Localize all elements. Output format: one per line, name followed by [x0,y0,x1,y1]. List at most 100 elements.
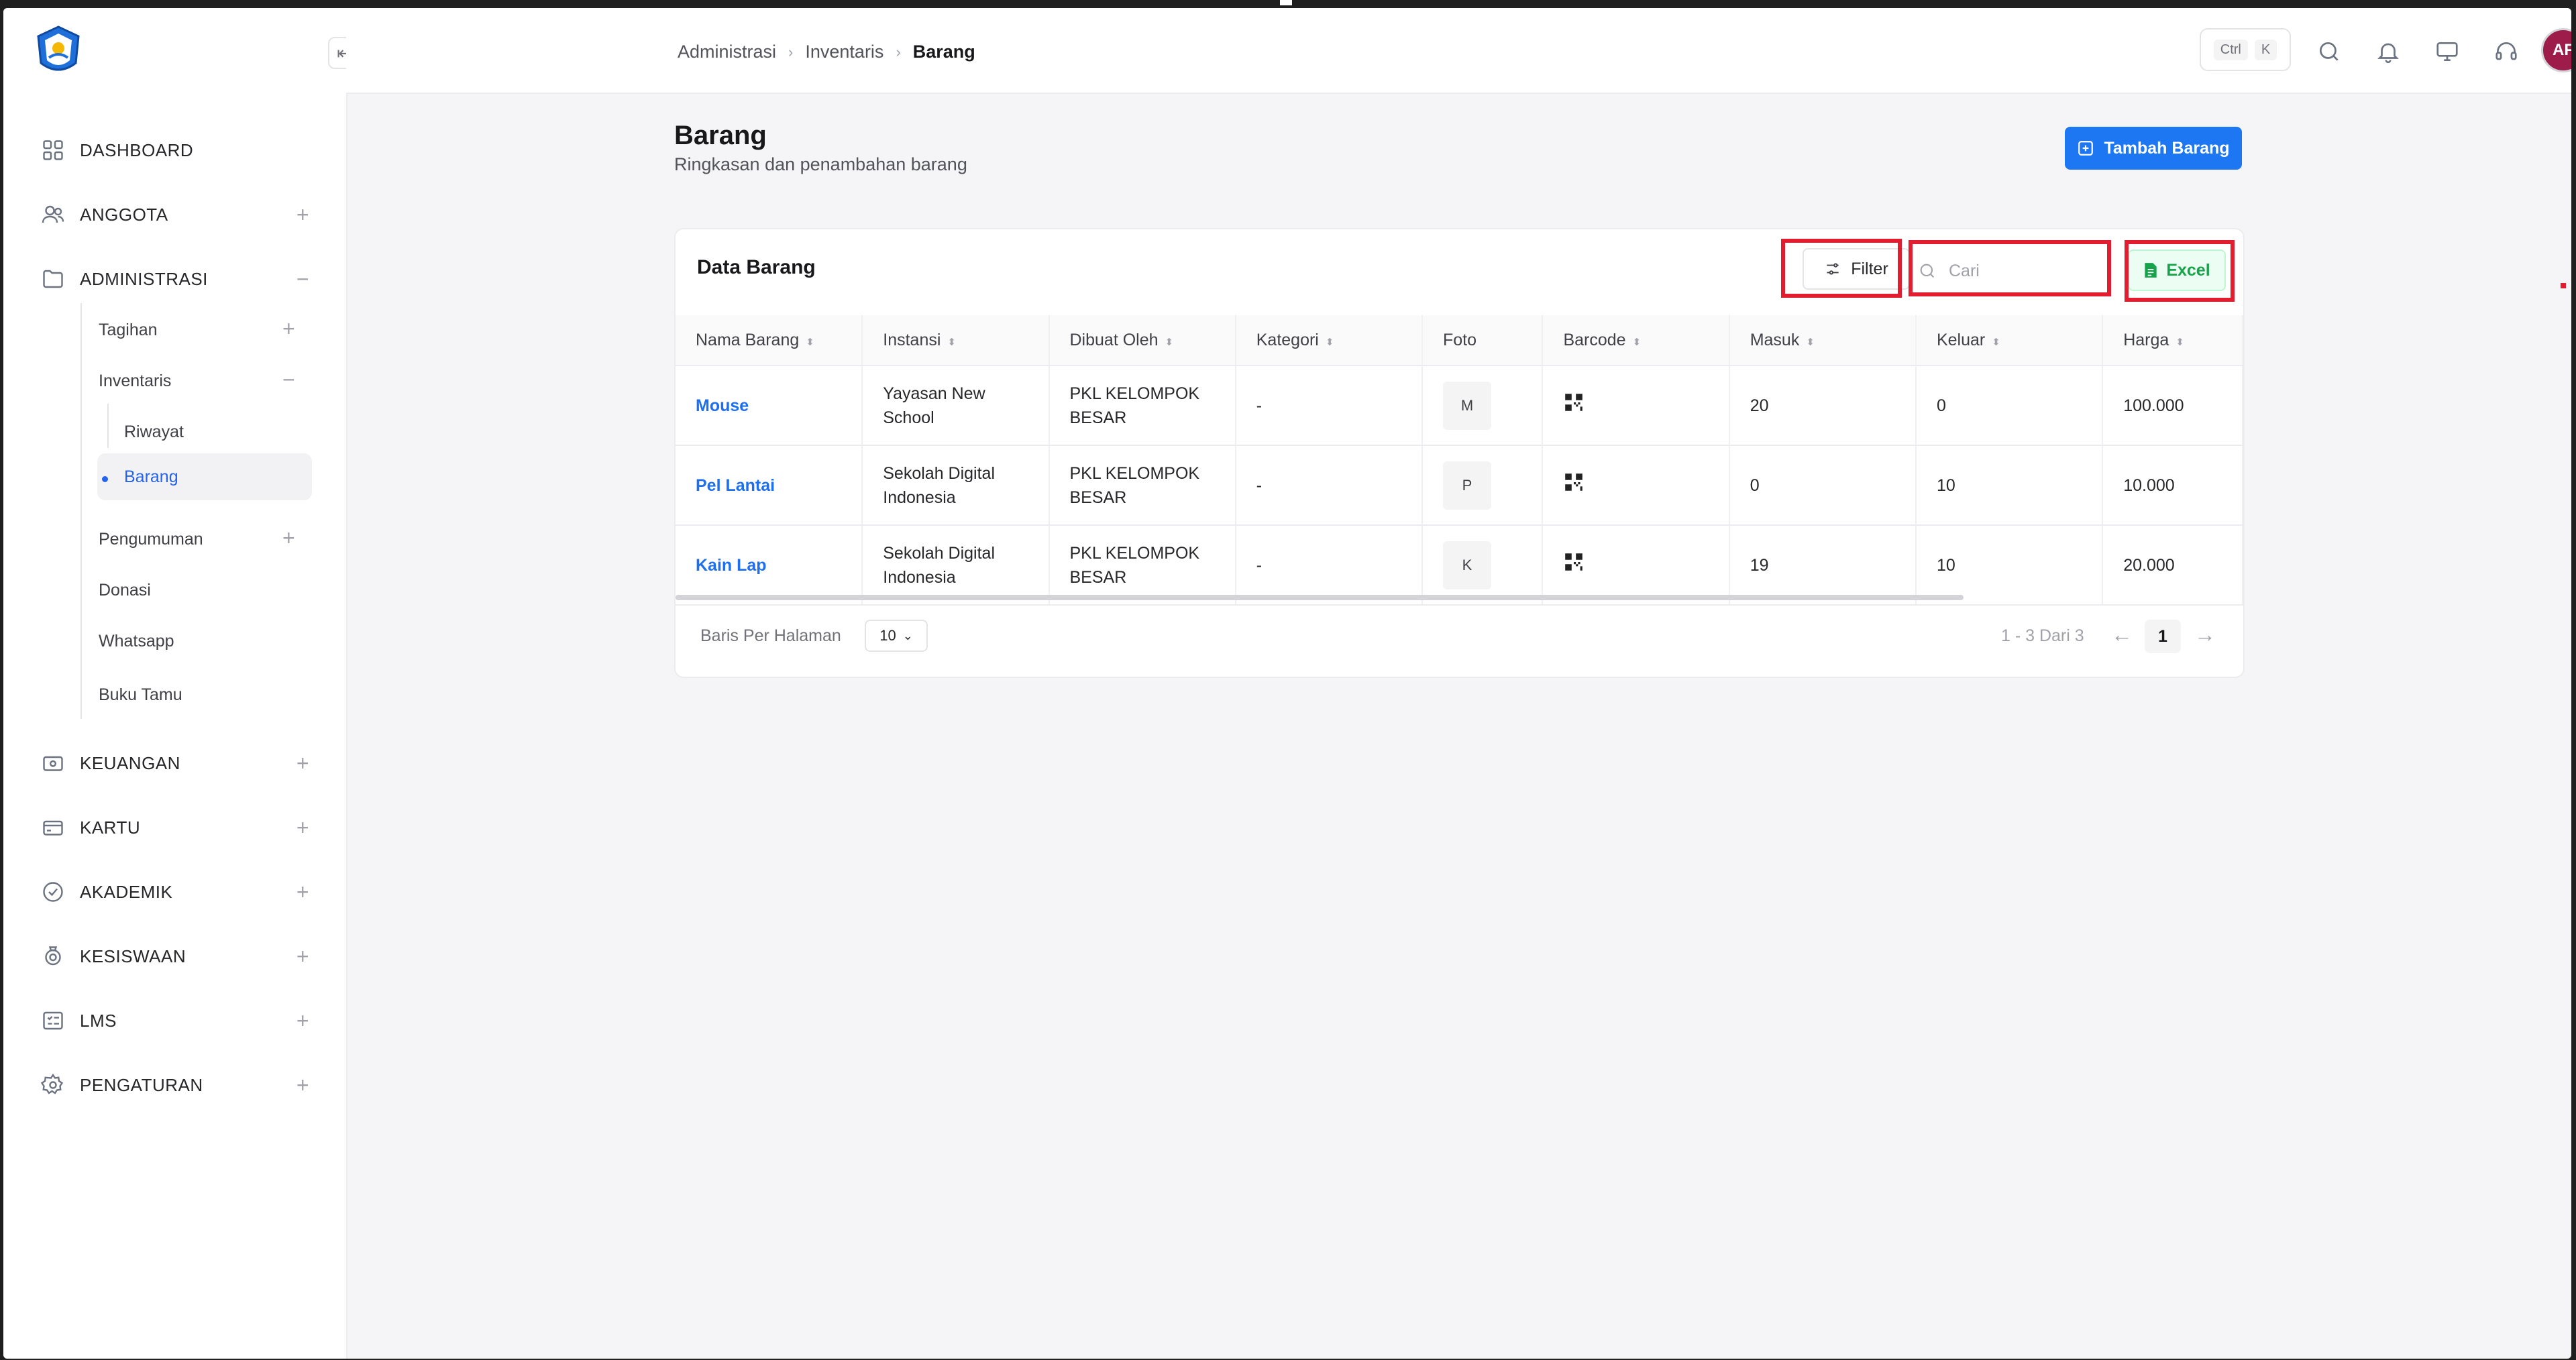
collapse-section-icon[interactable]: − [297,267,309,292]
sidebar-item-lms[interactable]: LMS + [41,1001,309,1041]
next-page-arrow-icon[interactable]: → [2194,622,2216,647]
sidebar-item-pengumuman[interactable]: Pengumuman [99,520,203,558]
add-item-button[interactable]: Tambah Barang [2065,127,2242,170]
out-count-cell: 0 [1915,365,2104,446]
search-field[interactable] [1918,249,2112,292]
sidebar-item-donasi[interactable]: Donasi [99,571,151,609]
sidebar-item-administrasi[interactable]: ADMINISTRASI − [41,259,309,299]
column-header[interactable]: Instansi ⬍ [862,315,1050,366]
column-header[interactable]: Dibuat Oleh ⬍ [1049,315,1236,366]
sidebar-item-akademik[interactable]: AKADEMIK + [41,872,309,912]
breadcrumb: Administrasi › Inventaris › Barang [678,42,975,62]
sidebar-item-anggota[interactable]: ANGGOTA + [41,194,309,235]
column-header[interactable]: Masuk ⬍ [1729,315,1917,366]
sidebar-item-keuangan[interactable]: KEUANGAN + [41,743,309,783]
expand-icon[interactable]: + [282,310,295,347]
sidebar-item-kartu[interactable]: KARTU + [41,807,309,848]
out-count-cell: 10 [1915,525,2104,606]
sidebar-item-dashboard[interactable]: DASHBOARD [41,130,309,170]
price-cell: 20.000 [2102,525,2243,606]
top-bar: Administrasi › Inventaris › Barang Ctrl … [346,8,2571,94]
data-card: Data Barang Filter Excel [674,228,2245,678]
photo-placeholder[interactable]: P [1443,461,1491,510]
expand-icon[interactable]: + [297,1073,309,1098]
user-avatar[interactable]: AF [2541,28,2571,72]
sidebar-item-tagihan[interactable]: Tagihan [99,311,158,349]
sort-icon: ⬍ [1632,336,1642,348]
sidebar-item-riwayat[interactable]: Riwayat [124,413,184,451]
sidebar-item-whatsapp[interactable]: Whatsapp [99,622,174,660]
command-palette-shortcut[interactable]: Ctrl K [2200,28,2291,71]
prev-page-arrow-icon[interactable]: ← [2111,622,2133,647]
card-icon [43,820,63,836]
expand-icon[interactable]: + [297,944,309,969]
item-name-link[interactable]: Kain Lap [676,525,863,606]
filter-button[interactable]: Filter [1803,248,1910,290]
student-icon [45,946,61,966]
column-header[interactable]: Kategori ⬍ [1235,315,1424,366]
kbd-k: K [2254,39,2277,60]
search-icon[interactable] [2316,39,2342,64]
sidebar-item-pengaturan[interactable]: PENGATURAN + [41,1065,309,1105]
category-cell: - [1235,445,1424,526]
column-header[interactable]: Barcode ⬍ [1542,315,1730,366]
app-window: ⇤ DASHBOARD ANGGOTA + ADMINISTRASI − Tag… [3,8,2571,1359]
column-header[interactable]: Harga ⬍ [2102,315,2243,366]
column-header[interactable]: Keluar ⬍ [1915,315,2104,366]
chevron-down-icon: ⌄ [902,628,913,642]
expand-icon[interactable]: + [297,880,309,905]
sidebar-item-kesiswaan[interactable]: KESISWAAN + [41,936,309,976]
grid-icon [43,140,63,160]
sidebar-item-label: Buku Tamu [99,685,182,704]
current-page-button[interactable]: 1 [2145,620,2181,653]
rows-per-page-select[interactable]: 10 ⌄ [865,620,928,652]
sort-icon: ⬍ [806,336,814,348]
breadcrumb-item[interactable]: Administrasi [678,42,776,62]
search-input[interactable] [1947,260,2098,282]
qr-code-icon[interactable] [1563,471,1585,493]
sidebar-item-label: AKADEMIK [80,881,173,902]
sidebar-item-label: Tagihan [99,320,158,339]
qr-code-icon[interactable] [1563,551,1585,573]
expand-icon[interactable]: + [297,751,309,776]
expand-icon[interactable]: + [297,203,309,227]
sidebar-item-inventaris[interactable]: Inventaris [99,362,171,400]
sort-icon: ⬍ [947,336,956,348]
folder-icon [43,270,63,288]
barcode-cell [1542,445,1730,526]
column-header[interactable]: Nama Barang ⬍ [676,315,863,366]
bell-icon[interactable] [2375,39,2401,64]
barcode-cell [1542,365,1730,446]
horizontal-scrollbar[interactable] [676,595,1964,600]
excel-file-icon [2145,263,2157,278]
instansi-cell: Yayasan New School [862,365,1050,446]
sidebar-item-label: Barang [124,467,178,486]
sidebar-item-buku-tamu[interactable]: Buku Tamu [99,676,182,714]
sidebar-item-label: KESISWAAN [80,946,186,966]
filter-label: Filter [1851,259,1888,278]
price-cell: 10.000 [2102,445,2243,526]
tree-line [107,404,109,448]
sidebar-item-label: PENGATURAN [80,1074,203,1095]
photo-placeholder[interactable]: K [1443,541,1491,589]
export-excel-button[interactable]: Excel [2128,249,2226,291]
page-subtitle: Ringkasan dan penambahan barang [674,154,967,174]
tree-line [80,303,82,719]
collapse-section-icon[interactable]: − [282,361,295,398]
expand-icon[interactable]: + [297,815,309,840]
qr-code-icon[interactable] [1563,392,1585,413]
monitor-icon[interactable] [2434,39,2460,64]
expand-icon[interactable]: + [297,1009,309,1033]
table-row: Pel Lantai Sekolah Digital Indonesia PKL… [676,445,2243,526]
item-name-link[interactable]: Pel Lantai [676,445,863,526]
created-by-cell: PKL KELOMPOK BESAR [1049,365,1236,446]
photo-placeholder[interactable]: M [1443,381,1491,430]
table-row: Kain Lap Sekolah Digital Indonesia PKL K… [676,525,2243,606]
out-count-cell: 10 [1915,445,2104,526]
users-icon [42,205,64,223]
headset-icon[interactable] [2493,39,2519,64]
item-name-link[interactable]: Mouse [676,365,863,446]
expand-icon[interactable]: + [282,519,295,557]
sidebar-item-barang[interactable]: Barang [124,458,178,496]
breadcrumb-item[interactable]: Inventaris [805,42,883,62]
